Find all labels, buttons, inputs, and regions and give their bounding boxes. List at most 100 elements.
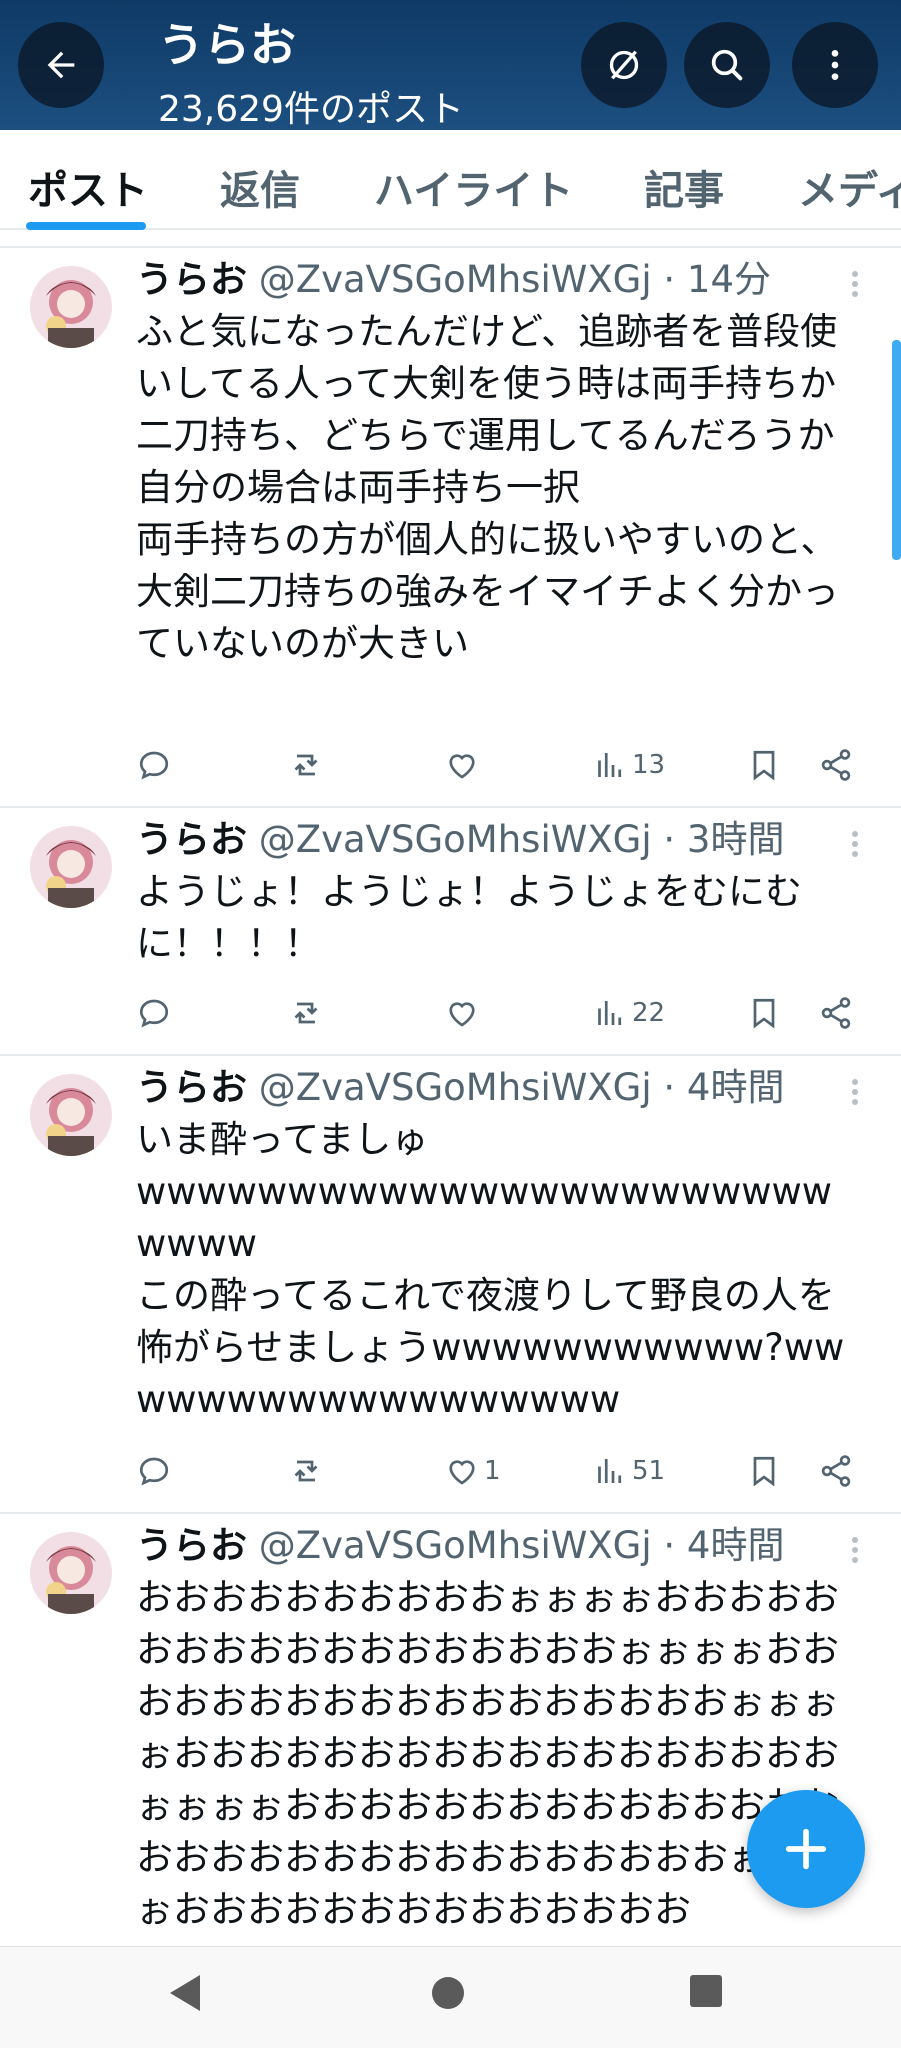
- more-vertical-icon: [831, 50, 839, 80]
- post-more-button[interactable]: [848, 828, 862, 864]
- post-actions: 1 51: [0, 1446, 901, 1496]
- post-time: · 4時間: [663, 1066, 785, 1109]
- post-actions: 22: [0, 988, 901, 1038]
- profile-tabs: ポスト 返信 ハイライト 記事 メディ: [0, 130, 901, 230]
- bookmark-icon: [753, 998, 775, 1029]
- back-nav-icon[interactable]: [166, 1973, 202, 2013]
- share-icon: [821, 997, 851, 1029]
- divider: [0, 246, 901, 248]
- compose-post-button[interactable]: [747, 1790, 865, 1908]
- post-text: ふと気になったんだけど、追跡者を普段使いしてる人って大剣を使う時は両手持ちか二刀…: [136, 310, 839, 665]
- share-button[interactable]: [818, 988, 854, 1038]
- tab-articles[interactable]: 記事: [644, 158, 724, 216]
- views-button[interactable]: 51: [592, 1446, 665, 1496]
- post-time: · 4時間: [663, 1524, 785, 1567]
- recents-nav-icon[interactable]: [688, 1973, 724, 2009]
- home-nav-icon[interactable]: [428, 1973, 468, 2013]
- more-options-button[interactable]: [792, 22, 878, 108]
- author-handle[interactable]: @ZvaVSGoMhsiWXGj: [259, 1524, 652, 1567]
- heart-icon: [449, 1002, 475, 1027]
- scrollbar[interactable]: [892, 340, 901, 560]
- bookmark-button[interactable]: [746, 988, 782, 1038]
- tab-highlights[interactable]: ハイライト: [374, 158, 573, 216]
- share-button[interactable]: [818, 1446, 854, 1496]
- slashed-circle-icon: [609, 50, 639, 80]
- post-header: うらお @ZvaVSGoMhsiWXGj · 3時間: [136, 818, 784, 862]
- post-header: うらお @ZvaVSGoMhsiWXGj · 4時間: [136, 1066, 784, 1110]
- back-button[interactable]: [18, 22, 104, 108]
- like-count: 1: [484, 1456, 501, 1486]
- like-button[interactable]: 1: [444, 1446, 501, 1496]
- post-actions: 13: [0, 740, 901, 790]
- tab-media[interactable]: メディ: [798, 158, 901, 216]
- post-count: 23,629件のポスト: [158, 89, 464, 130]
- share-icon: [821, 1455, 851, 1487]
- repost-button[interactable]: [288, 988, 324, 1038]
- author-name[interactable]: うらお: [136, 1524, 247, 1567]
- post-more-button[interactable]: [848, 1076, 862, 1112]
- repost-icon: [294, 1002, 318, 1024]
- author-name[interactable]: うらお: [136, 818, 247, 861]
- tab-replies[interactable]: 返信: [220, 158, 300, 216]
- author-handle[interactable]: @ZvaVSGoMhsiWXGj: [259, 1066, 652, 1109]
- share-button[interactable]: [818, 740, 854, 790]
- repost-icon: [294, 1460, 318, 1482]
- share-icon: [821, 749, 851, 781]
- bookmark-button[interactable]: [746, 1446, 782, 1496]
- view-count: 51: [632, 1456, 666, 1486]
- post-more-button[interactable]: [848, 268, 862, 304]
- post-header: うらお @ZvaVSGoMhsiWXGj · 4時間: [136, 1524, 784, 1568]
- author-handle[interactable]: @ZvaVSGoMhsiWXGj: [259, 258, 652, 301]
- divider: [0, 1054, 901, 1056]
- tab-posts[interactable]: ポスト: [28, 158, 148, 216]
- views-bar-icon: [598, 1459, 622, 1483]
- views-bar-icon: [598, 1001, 622, 1025]
- heart-icon: [449, 754, 475, 779]
- bookmark-icon: [753, 1456, 775, 1487]
- profile-header: うらお 23,629件のポスト: [0, 0, 901, 130]
- views-bar-icon: [598, 753, 622, 777]
- avatar[interactable]: [30, 826, 112, 908]
- search-button[interactable]: [684, 22, 770, 108]
- repost-button[interactable]: [288, 740, 324, 790]
- system-navigation-bar: [0, 1946, 901, 2048]
- avatar[interactable]: [30, 1074, 112, 1156]
- arrow-left-icon: [47, 51, 75, 79]
- reply-button[interactable]: [136, 988, 172, 1038]
- repost-icon: [294, 754, 318, 776]
- plus-icon: [785, 1828, 827, 1870]
- post-time: · 14分: [663, 258, 771, 301]
- search-icon: [711, 49, 743, 81]
- like-button[interactable]: [444, 988, 484, 1038]
- bookmark-icon: [753, 750, 775, 781]
- view-count: 13: [632, 750, 666, 780]
- divider: [0, 806, 901, 808]
- reply-icon: [139, 751, 169, 780]
- post-text: いま酔ってましゅ wwwwwwwwwwwwwwwwwwwwwwwwwww この酔…: [136, 1118, 845, 1421]
- avatar[interactable]: [30, 1532, 112, 1614]
- author-name[interactable]: うらお: [136, 1066, 247, 1109]
- views-button[interactable]: 13: [592, 740, 665, 790]
- profile-name: うらお: [158, 18, 296, 72]
- author-name[interactable]: うらお: [136, 258, 247, 301]
- author-handle[interactable]: @ZvaVSGoMhsiWXGj: [259, 818, 652, 861]
- reply-button[interactable]: [136, 740, 172, 790]
- reply-icon: [139, 1457, 169, 1486]
- reply-icon: [139, 999, 169, 1028]
- post-text: ようじょ！ようじょ！ようじょをむにむに！！！！: [136, 870, 802, 965]
- post-more-button[interactable]: [848, 1534, 862, 1570]
- post-header: うらお @ZvaVSGoMhsiWXGj · 14分: [136, 258, 771, 302]
- translate-toggle-button[interactable]: [581, 22, 667, 108]
- repost-button[interactable]: [288, 1446, 324, 1496]
- post-text: おおおおおおおおおおぉぉぉぉおおおおおおおおおおおおおおおおおおぉぉぉぉおおおお…: [136, 1576, 839, 1931]
- view-count: 22: [632, 998, 666, 1028]
- divider: [0, 1512, 901, 1514]
- like-button[interactable]: [444, 740, 484, 790]
- reply-button[interactable]: [136, 1446, 172, 1496]
- post-time: · 3時間: [663, 818, 785, 861]
- heart-icon: [449, 1460, 475, 1485]
- views-button[interactable]: 22: [592, 988, 665, 1038]
- active-tab-indicator: [26, 222, 146, 230]
- bookmark-button[interactable]: [746, 740, 782, 790]
- avatar[interactable]: [30, 266, 112, 348]
